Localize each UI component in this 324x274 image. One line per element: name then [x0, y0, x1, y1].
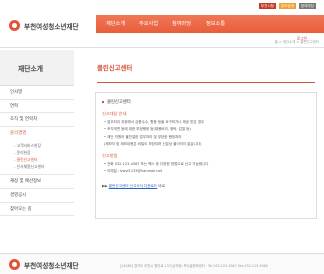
sidebar-menu: 인사말 연혁 조직 및 연락처 윤리경영 - 고객서비스헌장 - 윤리헌장 - …	[0, 86, 74, 217]
footer-logo-text: 부천여성청소년재단	[24, 261, 79, 270]
sidebar-title-box: 재단소개	[0, 50, 74, 86]
download-suffix: 바로	[157, 184, 166, 188]
box-heading: 클린신고센터	[102, 99, 310, 105]
gnb-item-business[interactable]: 주요사업	[139, 20, 158, 27]
gnb-item-about[interactable]: 재단소개	[106, 20, 125, 27]
footer-address: [14585] 경기도 부천시 원미로 137(심곡동) 복사골문화센터 · T…	[120, 264, 268, 268]
footer-logo: 부천여성청소년재단	[9, 259, 79, 270]
sidebar-sub-clean-report[interactable]: - 클린신고센터	[0, 156, 74, 163]
util-link-participation[interactable]: 참여마당	[298, 3, 316, 9]
footer: 부천여성청소년재단 [14585] 경기도 부천시 원미로 137(심곡동) 복…	[0, 253, 324, 274]
download-line: ▶▶ 클린신고센터 신고서식 다운로드 바로	[102, 184, 310, 189]
download-prefix: ▶▶	[102, 184, 109, 188]
sidebar-title: 재단소개	[18, 65, 44, 73]
util-link-cityhall[interactable]: 부천시청	[258, 3, 276, 9]
page-title: 클린신고센터	[97, 64, 133, 72]
sidebar-item-budget[interactable]: 재정 및 예산정보	[0, 175, 74, 189]
header: 부천여성청소년재단 재단소개 주요사업 참여마당 정보소통 로그인 부천시청 정…	[0, 0, 324, 48]
content-box: 클린신고센터 신고대상 안내 • 업무처리 과정에서 금품수수, 향응 등을 요…	[95, 92, 317, 219]
logo-text: 부천여성청소년재단	[24, 22, 79, 31]
global-nav: 재단소개 주요사업 참여마당 정보소통 로그인	[96, 15, 324, 43]
gnb-item-info[interactable]: 정보소통	[206, 20, 225, 27]
sidebar-item-disclosure[interactable]: 경영공시	[0, 189, 74, 203]
target-line: (제보자 및 제보내용은 비밀이 보장되며 신분상 불이익이 없습니다)	[104, 142, 202, 146]
sidebar-item-directions[interactable]: 찾아오는 길	[0, 203, 74, 217]
title-divider	[97, 82, 315, 83]
section-method-heading: 신고방법	[102, 153, 118, 158]
sidebar-item-ethics[interactable]: 윤리경영	[0, 127, 74, 141]
sidebar-sub-ethics-charter[interactable]: - 윤리헌장	[0, 149, 74, 156]
sidebar-item-greeting[interactable]: 인사말	[0, 86, 74, 100]
logo-icon	[9, 20, 20, 31]
util-link-disclosure[interactable]: 정보공개	[278, 3, 296, 9]
logo-icon	[9, 259, 20, 270]
target-line: • 업무처리 과정에서 금품수수, 향응 등을 요구하거나 제공 받은 경우	[104, 119, 205, 124]
box-heading-text: 클린신고센터	[107, 100, 131, 105]
section-target-heading: 신고대상 안내	[102, 111, 127, 116]
sidebar-sub-hiring-report[interactable]: - 인사채용신고센터	[0, 163, 74, 170]
site-logo[interactable]: 부천여성청소년재단	[9, 20, 79, 31]
sidebar-item-history[interactable]: 연혁	[0, 100, 74, 114]
method-line: • 전화 032-123-4567 또는 팩스 등 다양한 방법으로 신고 가능…	[104, 161, 209, 166]
method-line-email: • 이메일 : bwyf1133@hanmail.net	[104, 169, 162, 173]
target-line: • 조직개편 등에 대한 부정행위 등(채용비리, 청탁, 갑질 등)	[104, 127, 191, 131]
sidebar-item-organization[interactable]: 조직 및 연락처	[0, 113, 74, 127]
sidebar-sub-service-charter[interactable]: - 고객서비스헌장	[0, 142, 74, 149]
sidebar-submenu: - 고객서비스헌장 - 윤리헌장 - 클린신고센터 - 인사채용신고센터	[0, 140, 74, 176]
gnb-item-participation[interactable]: 참여마당	[172, 20, 191, 27]
download-form-link[interactable]: 클린신고센터 신고서식 다운로드	[109, 184, 158, 188]
bullet-icon	[102, 101, 104, 103]
target-line: • 재단 직원의 불친절한 업무처리 및 부당한 행정처리	[104, 134, 182, 139]
breadcrumb: 홈 > 재단소개 > 클린신고센터	[274, 40, 319, 44]
